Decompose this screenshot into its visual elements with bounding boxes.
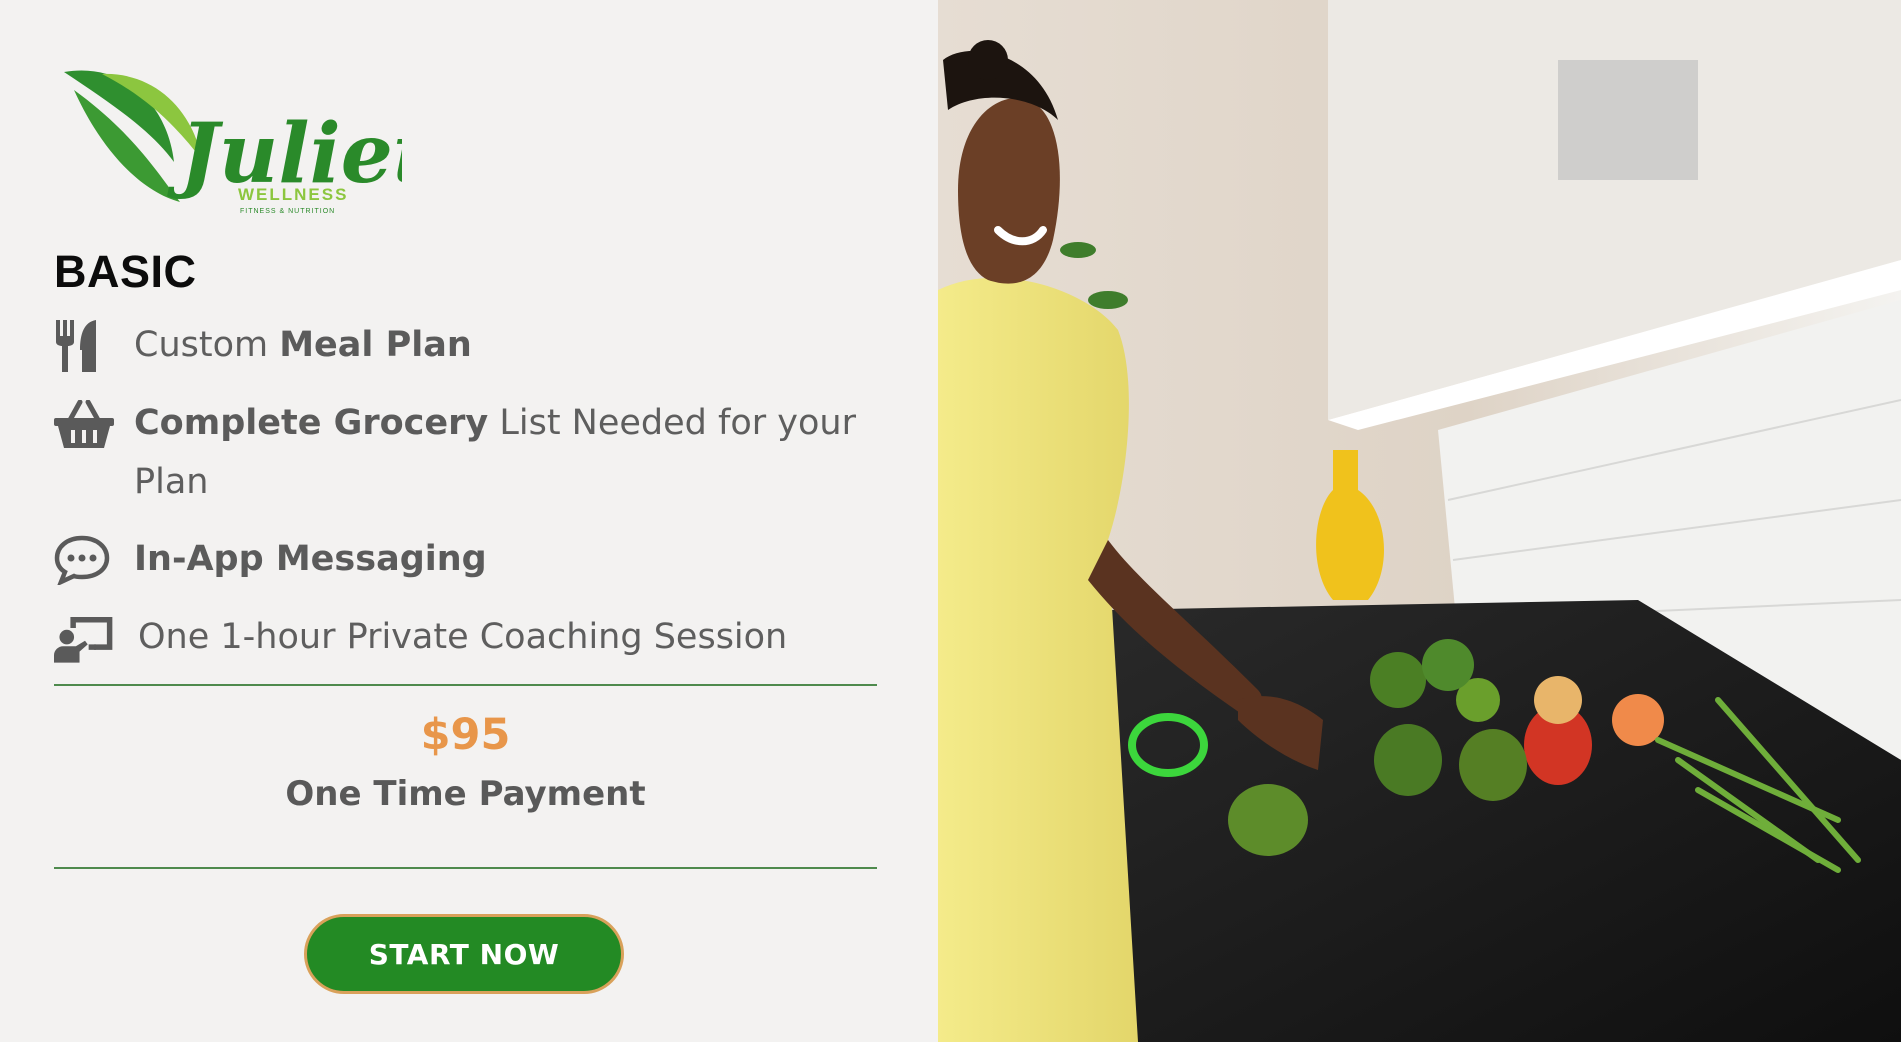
feature-post-text: List Needed for your: [488, 403, 856, 443]
chalkboard-teacher-icon: [54, 608, 116, 667]
feature-in-app-messaging: In-App Messaging: [54, 530, 487, 589]
feature-text: One 1-hour Private Coaching Session: [138, 617, 788, 657]
divider-top: [54, 684, 877, 686]
start-now-button[interactable]: START NOW: [304, 914, 624, 994]
payment-note: One Time Payment: [285, 774, 646, 814]
feature-meal-plan: Custom Meal Plan: [54, 316, 472, 375]
utensils-icon: [54, 316, 116, 375]
logo-tagline: FITNESS & NUTRITION: [240, 208, 335, 215]
pricing-card: Juliet WELLNESS FITNESS & NUTRITION BASI…: [0, 0, 938, 1042]
feature-bold-text: In-App Messaging: [134, 539, 487, 579]
logo-subtitle: WELLNESS: [238, 185, 348, 204]
price-value: $95: [420, 710, 511, 760]
feature-bold-text: Meal Plan: [279, 325, 472, 365]
feature-grocery-list: Complete Grocery List Needed for your Pl…: [54, 394, 856, 512]
feature-line2-text: Plan: [134, 462, 209, 502]
juliet-wellness-logo: Juliet WELLNESS FITNESS & NUTRITION: [64, 70, 402, 215]
feature-pre-text: Custom: [134, 325, 280, 365]
feature-bold-text: Complete Grocery: [134, 403, 489, 443]
feature-coaching-session: One 1-hour Private Coaching Session: [54, 608, 787, 667]
basket-icon: [54, 394, 116, 453]
plan-title: BASIC: [54, 246, 197, 297]
chat-bubble-icon: [54, 530, 116, 589]
hero-photo: [938, 0, 1901, 1042]
divider-bottom: [54, 867, 877, 869]
